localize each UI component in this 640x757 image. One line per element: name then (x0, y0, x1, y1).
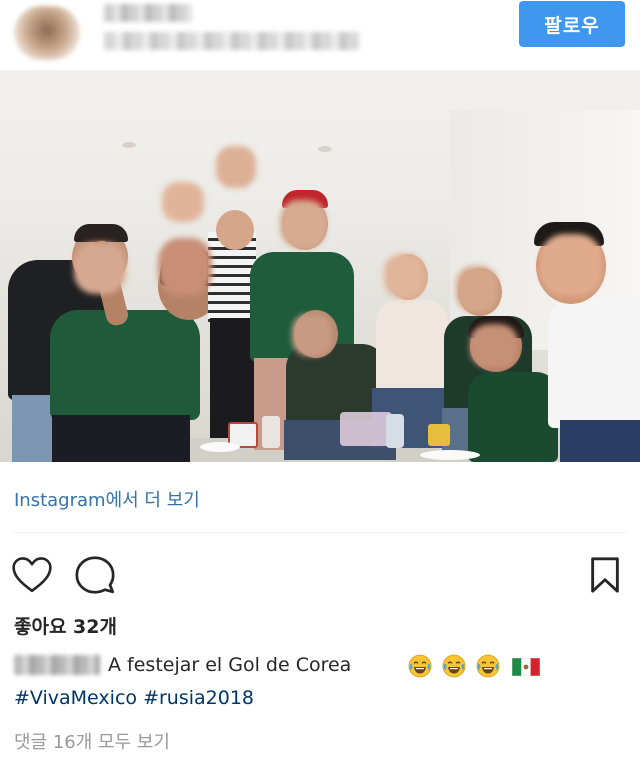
face-blur (540, 234, 602, 296)
tears-of-joy-emoji (476, 654, 500, 678)
bookmark-icon (591, 557, 619, 593)
caption-username-blurred[interactable] (14, 655, 100, 675)
ceiling-light (122, 142, 136, 148)
face-blur (162, 182, 204, 222)
face-blur (470, 324, 518, 368)
heart-icon (12, 557, 52, 593)
divider (14, 532, 626, 533)
view-more-on-instagram-link[interactable]: Instagram에서 더 보기 (14, 486, 200, 512)
avatar[interactable] (14, 6, 80, 60)
tears-of-joy-emoji (442, 654, 466, 678)
post-photo[interactable] (0, 70, 640, 462)
container (340, 412, 392, 446)
can (386, 414, 404, 448)
comment-button[interactable] (75, 555, 115, 599)
mexico-flag-emoji (512, 658, 540, 676)
location-blurred[interactable] (104, 32, 360, 50)
face-blur (74, 242, 126, 294)
follow-button[interactable]: 팔로우 (519, 1, 625, 47)
face-blur (216, 146, 256, 188)
face-blur (158, 238, 212, 296)
face-blur (292, 314, 332, 356)
like-button[interactable] (11, 555, 53, 599)
hashtags: #VivaMexico #rusia2018 (14, 687, 254, 709)
plate (420, 450, 480, 460)
hashtag-vivamexico[interactable]: #VivaMexico (14, 687, 137, 709)
face-blur (456, 266, 498, 312)
face-blur (280, 200, 326, 248)
plate (200, 442, 240, 452)
username-blurred[interactable] (104, 4, 192, 22)
likes-count[interactable]: 좋아요 32개 (14, 612, 117, 639)
save-button[interactable] (588, 556, 622, 598)
jar (428, 424, 450, 446)
view-all-comments-link[interactable]: 댓글 16개 모두 보기 (14, 728, 170, 754)
face-blur (384, 254, 424, 298)
caption-text: A festejar el Gol de Corea (108, 654, 352, 676)
cup (262, 416, 280, 448)
hashtag-rusia2018[interactable]: #rusia2018 (143, 687, 254, 709)
post-header: 팔로우 (0, 0, 640, 70)
comment-icon (75, 556, 115, 594)
ceiling-light (318, 146, 332, 152)
tears-of-joy-emoji (408, 654, 432, 678)
